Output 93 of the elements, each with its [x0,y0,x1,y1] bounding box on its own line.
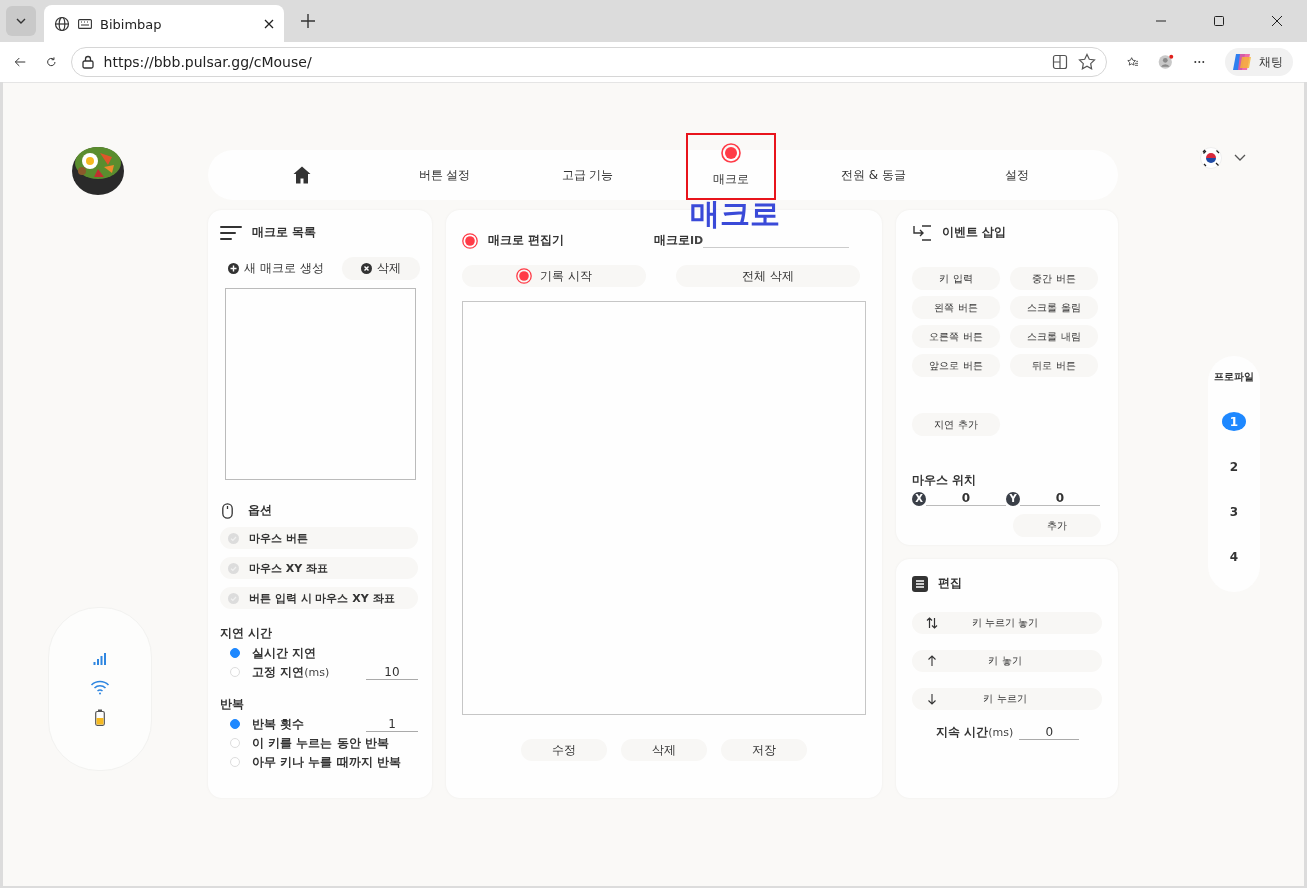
chevron-down-icon[interactable] [1234,154,1246,162]
section-title: 마우스 위치 [912,472,978,489]
event-button[interactable]: 오른쪽 버튼 [912,325,1000,348]
panel-title: 프로파일 [1214,370,1254,384]
wifi-icon [90,680,110,695]
split-screen-icon[interactable] [1051,54,1068,70]
radio-label: 고정 지연 [252,663,305,681]
browser-tab[interactable]: Bibimbap [44,5,284,43]
card-title: 편집 [938,575,962,592]
korean-flag-icon[interactable] [1200,147,1222,169]
list-box-icon [912,575,928,592]
number-field[interactable]: 10 [366,664,418,680]
arrow-up-icon [926,655,938,667]
key-action-button[interactable]: 키 누르기 놓기 [912,612,1102,634]
card-title: 이벤트 삽입 [942,224,1007,241]
y-badge: Y [1006,491,1020,506]
insert-icon [912,224,932,241]
copilot-icon [1231,51,1253,73]
maximize-icon[interactable] [1213,15,1225,27]
number-field[interactable]: 1 [366,716,418,732]
clear-all-button[interactable]: 전체 삭제 [676,265,860,287]
x-circle-icon [361,263,372,274]
radio-label: 실시간 지연 [252,644,317,662]
radio-label: 반복 횟수 [252,715,305,733]
unit-label: ID [690,234,704,247]
nav-tab[interactable]: 설정 [981,166,1052,184]
nav-tab[interactable]: 고급 기능 [552,166,623,184]
profile-tab[interactable]: 2 [1222,457,1246,476]
tab-menu-button[interactable] [6,6,36,36]
section-title: 지연 시간 [220,625,274,642]
nav-tab[interactable]: 전원 & 동글 [838,166,909,184]
record-icon [720,142,741,163]
key-action-button[interactable]: 키 놓기 [912,650,1102,672]
y-field[interactable]: 0 [1020,491,1100,506]
up-down-arrows-icon [926,617,938,629]
radio-label: 이 키를 누르는 동안 반복 [252,734,389,752]
duration-field[interactable]: 0 [1019,725,1080,740]
record-start-button[interactable]: 기록 시작 [462,265,646,287]
chat-button[interactable]: 채팅 [1225,48,1293,76]
star-icon[interactable] [1077,53,1096,71]
x-badge: X [912,491,926,506]
arrow-down-icon [926,693,938,705]
profile-tab[interactable]: 3 [1222,502,1246,521]
section-title: 옵션 [248,502,272,519]
card-title: 매크로 목록 [252,224,317,241]
mouse-icon [222,502,233,519]
key-action-button[interactable]: 키 누르기 [912,688,1102,710]
radio-label: 아무 키나 누를 때까지 반복 [252,753,401,771]
globe-icon [54,16,70,32]
more-icon[interactable] [1194,60,1205,64]
add-delay-button[interactable]: 지연 추가 [912,413,1000,436]
radio-button[interactable] [230,648,240,658]
event-button[interactable]: 키 입력 [912,267,1000,290]
nav-tab[interactable]: 매크로 [695,142,766,188]
event-button[interactable]: 스크롤 올림 [1010,296,1098,319]
footer-button[interactable]: 삭제 [621,739,707,761]
lock-icon [81,55,94,69]
profile-tab[interactable]: 4 [1222,547,1246,566]
record-icon [462,232,478,249]
event-button[interactable]: 뒤로 버튼 [1010,354,1098,377]
event-button[interactable]: 앞으로 버튼 [912,354,1000,377]
delete-button[interactable]: 삭제 [342,257,420,280]
plus-circle-icon [228,263,239,274]
footer-button[interactable]: 저장 [721,739,807,761]
option-toggle[interactable]: 버튼 입력 시 마우스 XY 좌표 [220,587,418,609]
event-button[interactable]: 스크롤 내림 [1010,325,1098,348]
card-title: 매크로 편집기 [488,232,566,249]
radio-button[interactable] [230,719,240,729]
add-button[interactable]: 추가 [1013,514,1101,537]
close-tab-icon[interactable] [264,19,274,29]
record-icon [516,268,533,284]
signal-icon [93,652,107,666]
keyboard-icon [78,19,92,29]
section-title: 반복 [220,696,245,713]
event-button[interactable]: 중간 버튼 [1010,267,1098,290]
field-label: 매크로 [654,232,690,249]
tab-title: Bibimbap [100,16,162,32]
close-icon[interactable] [1271,15,1283,27]
unit-label: (ms) [304,665,330,679]
list-icon [220,224,242,241]
new-macro-button[interactable]: 새 매크로 생성 [220,257,332,280]
x-field[interactable]: 0 [926,491,1006,506]
home-icon [291,165,312,185]
footer-button[interactable]: 수정 [521,739,607,761]
option-toggle[interactable]: 마우스 XY 좌표 [220,557,418,579]
unit-label: (ms) [988,726,1014,739]
event-button[interactable]: 왼쪽 버튼 [912,296,1000,319]
nav-tab[interactable]: 버튼 설정 [409,166,480,184]
battery-icon [95,709,105,726]
field-label: 지속 시간 [936,724,989,741]
option-toggle[interactable]: 마우스 버튼 [220,527,418,549]
annotation-label: 매크로 [689,198,780,229]
new-tab-icon[interactable] [300,13,316,29]
